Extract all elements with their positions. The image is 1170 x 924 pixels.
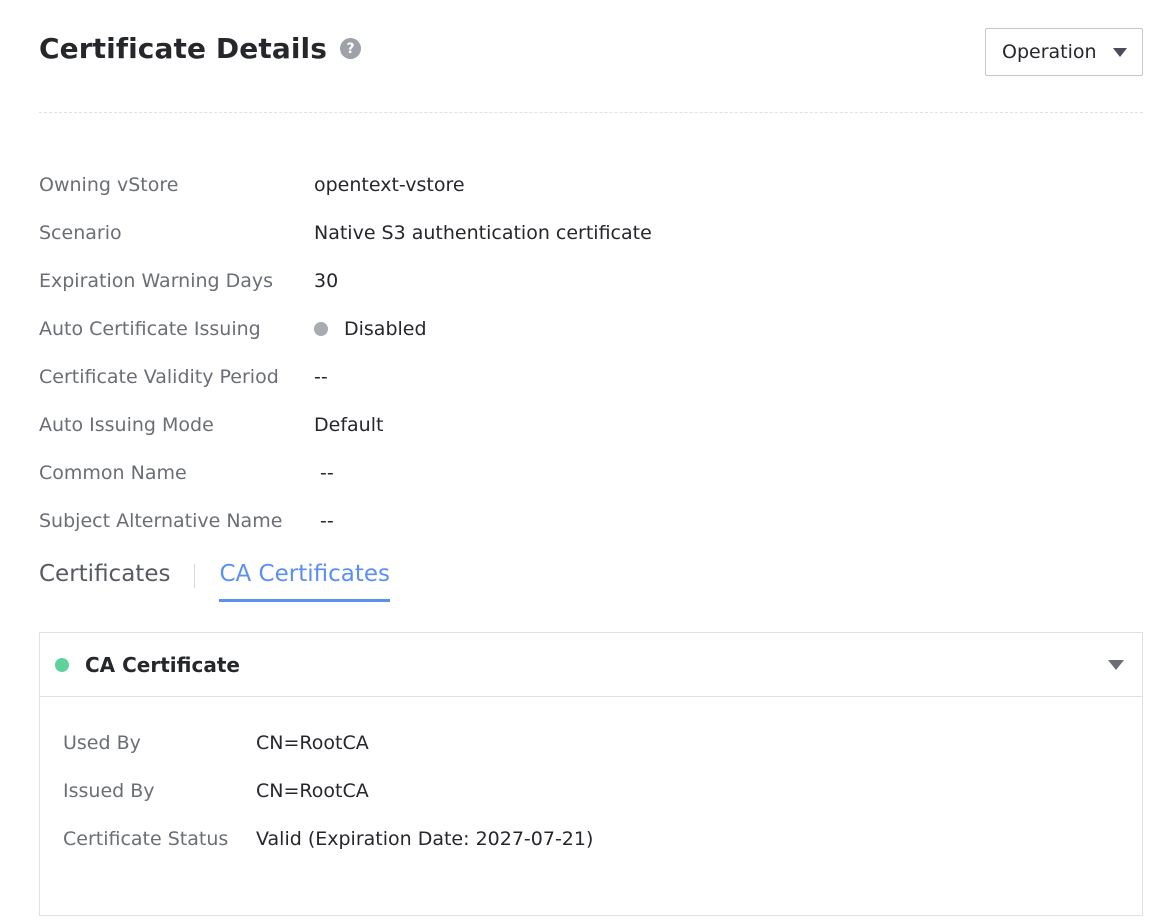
tab-certificates[interactable]: Certificates xyxy=(39,556,170,602)
card-row-used-by: Used By CN=RootCA xyxy=(63,719,1142,767)
property-value: 30 xyxy=(314,270,339,292)
property-value: -- xyxy=(320,510,334,532)
status-text: Disabled xyxy=(344,318,427,340)
operation-dropdown-button[interactable]: Operation xyxy=(985,28,1143,76)
property-label: Subject Alternative Name xyxy=(39,510,283,532)
card-value: CN=RootCA xyxy=(256,780,369,802)
valid-status-dot-icon xyxy=(55,657,69,672)
help-icon[interactable]: ? xyxy=(340,38,361,59)
property-row-auto-certificate-issuing: Auto Certificate Issuing Disabled xyxy=(39,305,652,353)
card-label: Used By xyxy=(63,732,141,754)
property-label: Expiration Warning Days xyxy=(39,270,274,292)
tab-divider xyxy=(194,564,196,588)
property-row-owning-vstore: Owning vStore opentext-vstore xyxy=(39,161,652,209)
property-value: Default xyxy=(314,414,384,436)
card-value: CN=RootCA xyxy=(256,732,369,754)
caret-down-icon xyxy=(1113,47,1127,57)
ca-certificate-card-header[interactable]: CA Certificate xyxy=(40,633,1142,697)
certificate-tabs: Certificates CA Certificates xyxy=(39,556,391,602)
property-label: Auto Issuing Mode xyxy=(39,414,214,436)
property-value: Native S3 authentication certificate xyxy=(314,222,652,244)
card-label: Certificate Status xyxy=(63,828,229,850)
tab-ca-certificates[interactable]: CA Certificates xyxy=(219,556,391,602)
property-row-expiration-warning-days: Expiration Warning Days 30 xyxy=(39,257,652,305)
property-row-auto-issuing-mode: Auto Issuing Mode Default xyxy=(39,401,652,449)
property-value: opentext-vstore xyxy=(314,174,465,196)
property-row-common-name: Common Name -- xyxy=(39,449,652,497)
property-label: Common Name xyxy=(39,462,187,484)
property-label: Scenario xyxy=(39,222,122,244)
property-label: Certificate Validity Period xyxy=(39,366,279,388)
card-label: Issued By xyxy=(63,780,155,802)
chevron-down-icon[interactable] xyxy=(1108,659,1124,670)
card-row-issued-by: Issued By CN=RootCA xyxy=(63,767,1142,815)
page-title: Certificate Details xyxy=(39,32,327,65)
title-group: Certificate Details ? xyxy=(39,32,361,65)
property-row-certificate-validity-period: Certificate Validity Period -- xyxy=(39,353,652,401)
property-label: Owning vStore xyxy=(39,174,179,196)
property-label: Auto Certificate Issuing xyxy=(39,318,261,340)
ca-certificate-card-body: Used By CN=RootCA Issued By CN=RootCA Ce… xyxy=(40,697,1142,863)
card-title: CA Certificate xyxy=(85,652,240,677)
ca-certificate-card: CA Certificate Used By CN=RootCA Issued … xyxy=(39,632,1143,916)
page-header: Certificate Details ? Operation xyxy=(39,0,1143,113)
certificate-properties: Owning vStore opentext-vstore Scenario N… xyxy=(39,161,652,545)
property-value-status: Disabled xyxy=(314,318,427,340)
property-row-scenario: Scenario Native S3 authentication certif… xyxy=(39,209,652,257)
card-title-group: CA Certificate xyxy=(55,653,240,677)
property-row-subject-alternative-name: Subject Alternative Name -- xyxy=(39,497,652,545)
property-value: -- xyxy=(314,366,328,388)
certificate-details-page: Certificate Details ? Operation Owning v… xyxy=(0,0,1170,924)
disabled-status-dot-icon xyxy=(314,322,328,336)
card-value: Valid (Expiration Date: 2027-07-21) xyxy=(256,828,594,850)
property-value: -- xyxy=(320,462,334,484)
operation-label: Operation xyxy=(1002,41,1097,63)
card-row-certificate-status: Certificate Status Valid (Expiration Dat… xyxy=(63,815,1142,863)
